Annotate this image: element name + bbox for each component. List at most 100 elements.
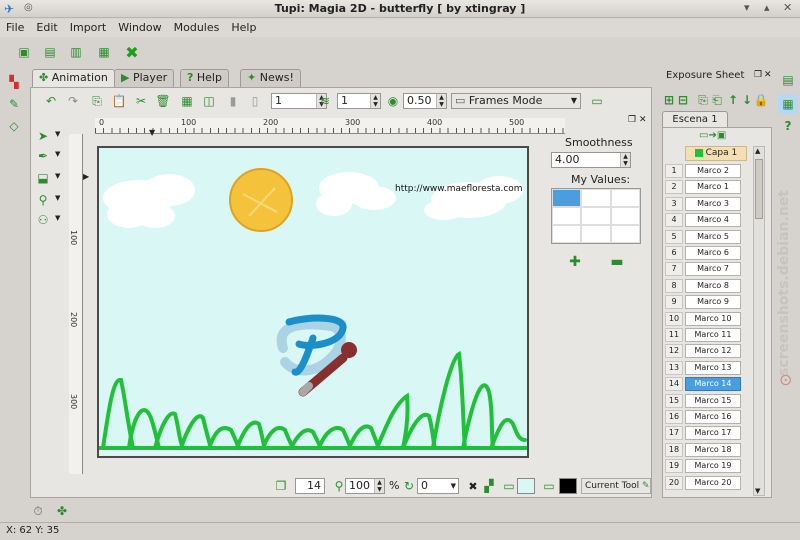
stroke-color-swatch[interactable] [559, 478, 577, 494]
minimize-icon[interactable]: ▾ [744, 1, 750, 14]
view-mode-select[interactable]: ▭ Frames Mode ▼ [451, 93, 581, 109]
add-frame-icon[interactable]: ⊞ [662, 90, 676, 110]
copy-icon[interactable]: ⎘ [87, 91, 107, 111]
frame-label[interactable]: Marco 18 [685, 442, 741, 457]
table-row[interactable]: 17 Marco 17 [665, 426, 751, 441]
value-cell[interactable] [552, 207, 582, 225]
rotate-icon[interactable]: ↻ [399, 476, 419, 496]
menu-window[interactable]: Window [112, 19, 167, 36]
fill-color-icon[interactable]: ▭ [499, 476, 519, 496]
opacity-stepper[interactable]: ▲ ▼ [436, 94, 446, 108]
frame-label[interactable]: Marco 13 [685, 360, 741, 375]
redo-icon[interactable]: ↷ [63, 91, 83, 111]
opacity-input[interactable]: 0.50 ▲ ▼ [403, 93, 447, 109]
menu-help[interactable]: Help [225, 19, 262, 36]
current-tool-button[interactable]: Current Tool ✎ [581, 478, 651, 494]
close-project-icon[interactable]: ✖ [122, 42, 142, 62]
insert-layer-icon[interactable]: ⎘ [696, 90, 710, 110]
fill-menu-arrow-icon[interactable]: ▼ [55, 172, 60, 180]
scroll-thumb[interactable] [755, 159, 763, 219]
close-window-icon[interactable]: ✕ [783, 1, 792, 14]
grid-icon[interactable]: ▦ [177, 91, 197, 111]
frame-label[interactable]: Marco 1 [685, 180, 741, 195]
camera-icon[interactable]: ✤ [52, 501, 72, 521]
move-up-icon[interactable]: ↑ [726, 90, 740, 110]
brush-icon[interactable]: ✎ [4, 94, 24, 114]
frame-label[interactable]: Marco 11 [685, 328, 741, 342]
rename-frame-icon[interactable]: ⎗ [710, 90, 724, 110]
view-tool-icon[interactable]: ⚇ [33, 210, 53, 230]
fill-color-swatch[interactable] [517, 478, 535, 494]
help-side-icon[interactable]: ? [778, 116, 798, 136]
value-cell[interactable] [581, 189, 611, 207]
layers-icon[interactable]: ≋ [315, 91, 335, 111]
open-folder-icon[interactable]: ▤ [40, 42, 60, 62]
frame-label[interactable]: Marco 3 [685, 196, 741, 211]
frame-label[interactable]: Marco 10 [685, 311, 741, 326]
layer-header[interactable]: Capa 1 [685, 146, 747, 161]
frame-label[interactable]: Marco 2 [685, 164, 741, 178]
rotation-select[interactable]: 0 ▼ [417, 478, 459, 494]
table-row[interactable]: 14 Marco 14 [665, 377, 751, 392]
table-row[interactable]: 7 Marco 7 [665, 262, 751, 277]
close-exposure-icon[interactable]: ✕ [764, 70, 772, 80]
shapes-icon[interactable]: ◇ [4, 116, 24, 136]
frame-label[interactable]: Marco 5 [685, 229, 741, 244]
full-screen-icon[interactable]: ▭ [587, 91, 607, 111]
add-layer-icon[interactable]: ▭➔▣ [699, 130, 726, 141]
table-row[interactable]: 20 Marco 20 [665, 475, 751, 491]
cut-icon[interactable]: ✂ [131, 91, 151, 111]
frame-label[interactable]: Marco 9 [685, 295, 741, 310]
layer-count-input[interactable]: 1 ▲ ▼ [337, 93, 381, 109]
frame-label[interactable]: Marco 15 [685, 393, 741, 408]
table-row[interactable]: 6 Marco 6 [665, 246, 751, 261]
swap-colors-icon[interactable]: ▞ [479, 476, 499, 496]
float-exposure-icon[interactable]: ❐ [754, 70, 762, 80]
scroll-down-icon[interactable]: ▼ [755, 487, 760, 495]
delete-icon[interactable]: 🗑 [153, 91, 173, 111]
table-row[interactable]: 11 Marco 11 [665, 328, 751, 343]
frame-label[interactable]: Marco 16 [685, 410, 741, 424]
menu-import[interactable]: Import [64, 19, 113, 36]
exposure-sheet-toggle-icon[interactable]: ▦ [778, 94, 798, 114]
drawing-canvas[interactable]: http://www.maefloresta.com [97, 146, 529, 458]
zoom-input[interactable]: 100 ▲ ▼ [345, 478, 385, 494]
bounds-icon[interactable]: ◫ [199, 91, 219, 111]
tool-menu-arrow-icon[interactable]: ▼ [55, 130, 60, 138]
close-panel-icon[interactable]: ✕ [639, 115, 647, 125]
frame-label[interactable]: Marco 20 [685, 475, 741, 490]
menu-edit[interactable]: Edit [30, 19, 63, 36]
next-frames-icon[interactable]: ▯ [245, 91, 265, 111]
value-cell[interactable] [552, 225, 582, 243]
menu-file[interactable]: File [0, 19, 30, 36]
save-icon[interactable]: ▦ [94, 42, 114, 62]
stroke-color-icon[interactable]: ▭ [539, 476, 559, 496]
tab-help[interactable]: ? Help [180, 69, 229, 87]
new-project-icon[interactable]: ▣ [14, 42, 34, 62]
float-panel-icon[interactable]: ❐ [628, 115, 636, 125]
table-row[interactable]: 12 Marco 12 [665, 344, 751, 359]
tab-player[interactable]: ▶ Player [114, 69, 175, 87]
frame-label[interactable]: Marco 7 [685, 262, 741, 277]
values-grid[interactable] [551, 188, 641, 244]
picker-tool-icon[interactable]: ⚲ [33, 190, 53, 210]
library-icon[interactable]: ▤ [778, 70, 798, 90]
menu-modules[interactable]: Modules [168, 19, 226, 36]
frame-label[interactable]: Marco 6 [685, 246, 741, 260]
value-cell-selected[interactable] [552, 189, 582, 207]
table-row[interactable]: 5 Marco 5 [665, 229, 751, 245]
table-row[interactable]: 15 Marco 15 [665, 393, 751, 409]
scene-tab[interactable]: Escena 1 [662, 111, 728, 127]
selection-tool-icon[interactable]: ➤ [33, 126, 53, 146]
table-row[interactable]: 8 Marco 8 [665, 278, 751, 294]
lock-icon[interactable]: 🔒 [754, 90, 769, 110]
value-cell[interactable] [581, 207, 611, 225]
value-cell[interactable] [610, 225, 640, 243]
frame-label[interactable]: Marco 17 [685, 426, 741, 441]
open-recent-icon[interactable]: ▥ [66, 42, 86, 62]
table-row[interactable]: 10 Marco 10 [665, 311, 751, 327]
add-value-icon[interactable]: ✚ [565, 252, 585, 272]
smoothness-input[interactable]: 4.00 ▲ ▼ [551, 152, 631, 168]
remove-value-icon[interactable]: ▬ [607, 252, 627, 272]
pen-menu-arrow-icon[interactable]: ▼ [55, 150, 60, 158]
